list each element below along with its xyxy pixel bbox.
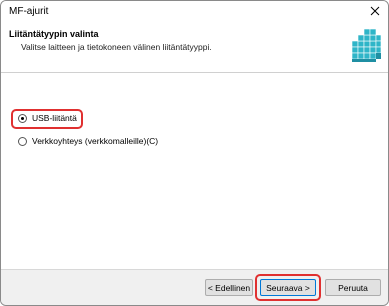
- network-option[interactable]: Verkkoyhteys (verkkomalleille)(C): [18, 136, 158, 146]
- network-option-label: Verkkoyhteys (verkkomalleille)(C): [32, 136, 159, 146]
- options-panel: [1, 73, 388, 269]
- wizard-header: Liitäntätyypin valinta Valitse laitteen …: [1, 23, 388, 73]
- page-subtitle: Valitse laitteen ja tietokoneen välinen …: [21, 42, 212, 52]
- cancel-button[interactable]: Peruuta: [325, 279, 381, 296]
- close-button[interactable]: [364, 2, 386, 22]
- back-button[interactable]: < Edellinen: [205, 279, 253, 296]
- page-title: Liitäntätyypin valinta: [9, 29, 99, 39]
- cubes-icon: [349, 26, 383, 66]
- window-title: MF-ajurit: [9, 6, 49, 17]
- radio-unchecked-icon[interactable]: [18, 136, 27, 146]
- installer-dialog: MF-ajurit Liitäntätyypin valinta Valitse…: [0, 0, 389, 306]
- next-highlight-box: [255, 274, 321, 301]
- close-icon: [370, 6, 380, 18]
- usb-highlight-box: [11, 109, 83, 129]
- title-bar: MF-ajurit: [1, 1, 388, 23]
